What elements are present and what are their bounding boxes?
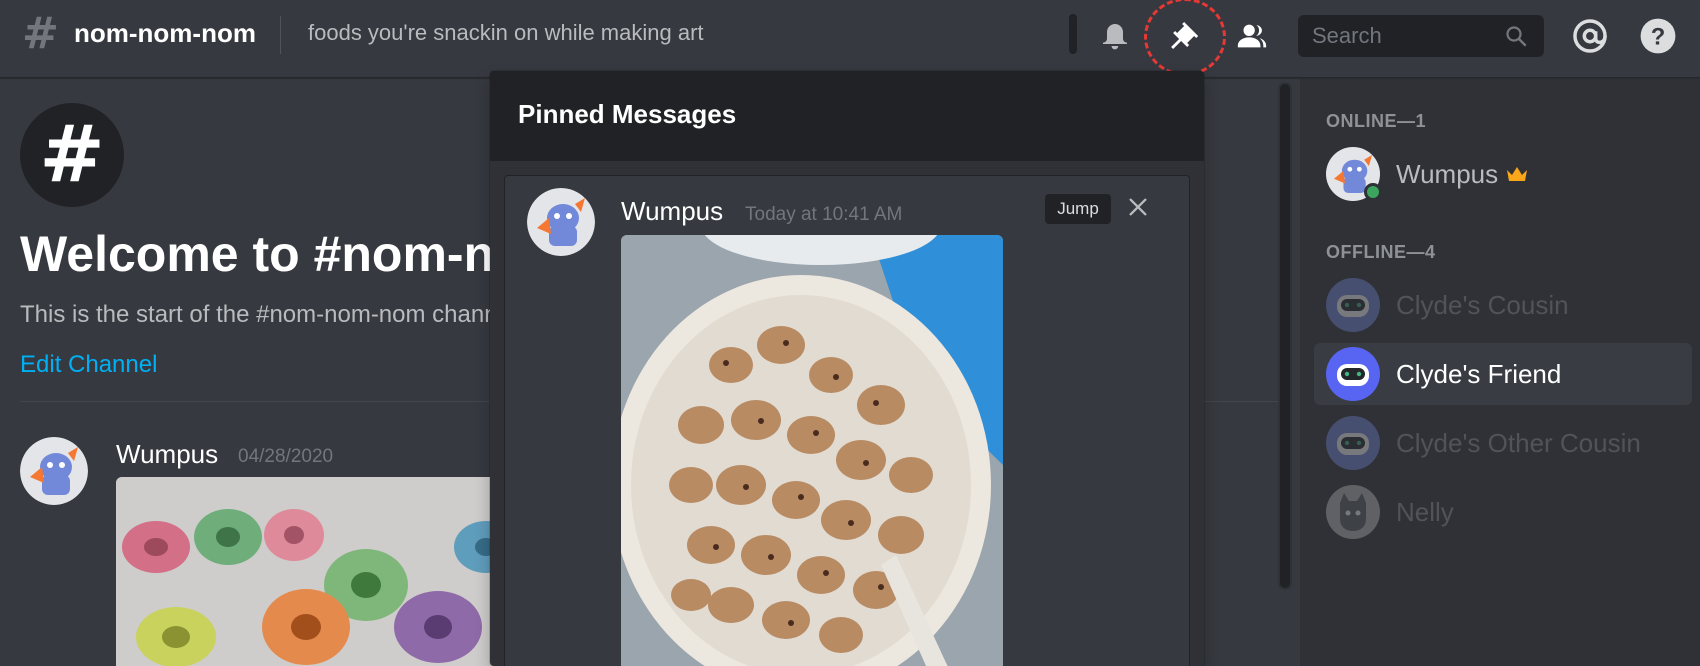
- close-icon: [1129, 198, 1147, 216]
- froot-loops-image: [116, 477, 516, 666]
- member-list: ONLINE—1 Wumpus OFFLINE—4 Clyde's Cousin…: [1300, 79, 1700, 666]
- wumpus-avatar: [1326, 147, 1382, 201]
- clyde-bot-avatar: [1326, 278, 1380, 332]
- jump-button[interactable]: Jump: [1045, 194, 1111, 224]
- channel-hashtag-icon: #: [20, 103, 124, 207]
- search-bar[interactable]: [1298, 15, 1544, 57]
- at-mention-icon: [1573, 19, 1607, 53]
- pin-highlight-ring: [1144, 0, 1226, 76]
- message-author[interactable]: Wumpus: [116, 439, 218, 470]
- help-icon: ?: [1640, 18, 1676, 54]
- mentions-button[interactable]: [1568, 14, 1612, 58]
- member-clydes-cousin[interactable]: Clyde's Cousin: [1314, 274, 1692, 336]
- notification-bell-button[interactable]: [1093, 14, 1137, 58]
- search-input[interactable]: [1310, 22, 1500, 50]
- channel-topic[interactable]: foods you're snackin on while making art: [308, 20, 704, 46]
- pinned-message-author[interactable]: Wumpus: [621, 196, 723, 227]
- member-clydes-friend[interactable]: Clyde's Friend: [1314, 343, 1692, 405]
- cereal-photo-froot-loops[interactable]: [116, 477, 516, 666]
- svg-text:?: ?: [1651, 24, 1666, 51]
- member-name: Clyde's Other Cousin: [1396, 427, 1641, 458]
- channel-name: nom-nom-nom: [74, 18, 256, 48]
- pinned-messages-popout: Pinned Messages Wumpus Today at 10:41 AM…: [490, 71, 1204, 666]
- pinned-messages-title: Pinned Messages: [518, 99, 737, 129]
- unpin-close-button[interactable]: [1125, 196, 1151, 222]
- member-name: Wumpus: [1396, 158, 1499, 189]
- message-timestamp: 04/28/2020: [238, 446, 334, 467]
- cookie-cereal-image: [621, 235, 1003, 666]
- channel-header: # nom-nom-nom foods you're snackin on wh…: [0, 0, 1700, 78]
- member-name: Nelly: [1396, 496, 1454, 527]
- member-wumpus[interactable]: Wumpus: [1314, 143, 1692, 205]
- wumpus-avatar[interactable]: [20, 437, 88, 505]
- online-section-label: ONLINE—1: [1326, 111, 1427, 131]
- member-clydes-other-cousin[interactable]: Clyde's Other Cousin: [1314, 412, 1692, 474]
- header-scroll-indicator: [1069, 14, 1077, 54]
- online-status-dot: [1364, 183, 1382, 201]
- wumpus-avatar[interactable]: [527, 188, 595, 256]
- search-icon: [1506, 26, 1527, 47]
- clyde-bot-avatar: [1326, 347, 1380, 401]
- clyde-bot-avatar: [1326, 416, 1380, 470]
- nelly-cat-avatar: [1326, 485, 1380, 539]
- pinned-message-card[interactable]: Wumpus Today at 10:41 AM Jump: [504, 175, 1190, 666]
- bell-icon: [1103, 24, 1127, 50]
- crown-icon: [1507, 167, 1528, 181]
- header-divider: [280, 16, 281, 54]
- chat-scrollbar-thumb[interactable]: [1280, 84, 1290, 588]
- offline-section-label: OFFLINE—4: [1326, 242, 1436, 262]
- member-list-button[interactable]: [1230, 14, 1274, 58]
- member-nelly[interactable]: Nelly: [1314, 481, 1692, 543]
- member-name: Clyde's Friend: [1396, 358, 1562, 389]
- edit-channel-link[interactable]: Edit Channel: [20, 351, 157, 379]
- member-name: Clyde's Cousin: [1396, 289, 1569, 320]
- pinned-message-timestamp: Today at 10:41 AM: [745, 204, 903, 225]
- members-icon: [1237, 24, 1267, 48]
- welcome-subtitle: This is the start of the #nom-nom-nom ch…: [20, 301, 523, 328]
- hashtag-icon: #: [22, 8, 59, 59]
- pinned-messages-header: Pinned Messages: [490, 71, 1204, 161]
- help-button[interactable]: ?: [1636, 14, 1680, 58]
- cereal-photo-cookie-crisp[interactable]: [621, 235, 1003, 666]
